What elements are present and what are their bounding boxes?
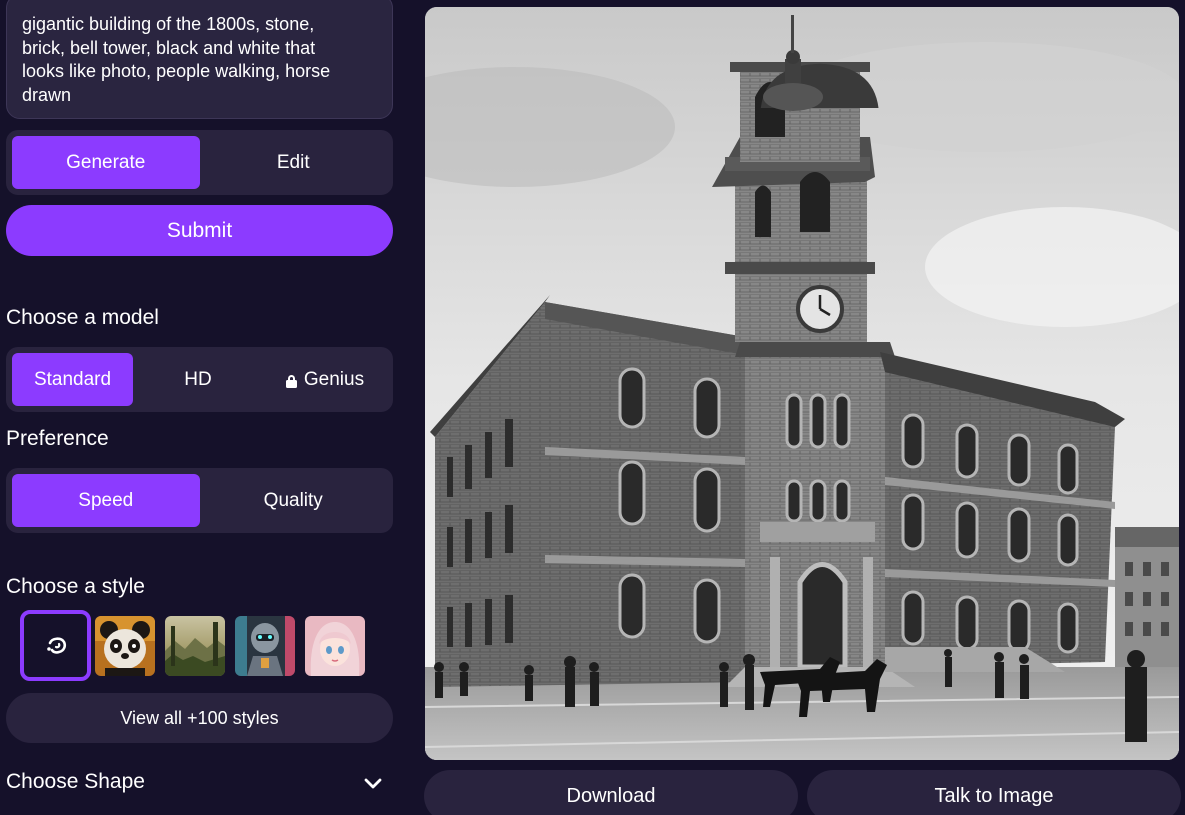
view-all-styles-button[interactable]: View all +100 styles [6, 693, 393, 743]
anime-girl-style-image [305, 616, 365, 676]
no-style-icon [46, 636, 66, 654]
landscape-style-image [165, 616, 225, 676]
landscape-style-thumbnail[interactable] [165, 616, 225, 676]
prompt-textarea[interactable]: gigantic building of the 1800s, stone, b… [6, 0, 393, 119]
anime-girl-style-thumbnail[interactable] [305, 616, 365, 676]
panda-style-thumbnail[interactable] [95, 616, 155, 676]
preference-heading: Preference [6, 427, 109, 450]
model-toggle: Standard HD Genius [6, 347, 393, 412]
choose-model-heading: Choose a model [6, 306, 159, 329]
submit-button[interactable]: Submit [6, 205, 393, 256]
speed-option[interactable]: Speed [12, 474, 200, 527]
no-style-option[interactable] [20, 610, 91, 681]
generate-tab[interactable]: Generate [12, 136, 200, 189]
talk-to-image-button[interactable]: Talk to Image [807, 770, 1181, 815]
style-thumbnails [20, 610, 380, 681]
robot-style-thumbnail[interactable] [235, 616, 295, 676]
app-root: gigantic building of the 1800s, stone, b… [0, 0, 1185, 815]
robot-style-image [235, 616, 295, 676]
mode-toggle: Generate Edit [6, 130, 393, 195]
edit-tab[interactable]: Edit [200, 136, 388, 189]
model-standard-option[interactable]: Standard [12, 353, 133, 406]
chevron-down-icon[interactable] [363, 775, 383, 791]
download-button[interactable]: Download [424, 770, 798, 815]
model-genius-option[interactable]: Genius [263, 353, 387, 406]
building-photo [425, 7, 1179, 760]
model-hd-option[interactable]: HD [133, 353, 263, 406]
model-genius-label: Genius [303, 368, 365, 390]
choose-shape-heading[interactable]: Choose Shape [6, 770, 145, 794]
choose-style-heading: Choose a style [6, 575, 145, 598]
quality-option[interactable]: Quality [200, 474, 388, 527]
preference-toggle: Speed Quality [6, 468, 393, 533]
generated-image[interactable] [425, 7, 1179, 760]
panda-style-image [95, 616, 155, 676]
lock-icon [285, 374, 297, 388]
